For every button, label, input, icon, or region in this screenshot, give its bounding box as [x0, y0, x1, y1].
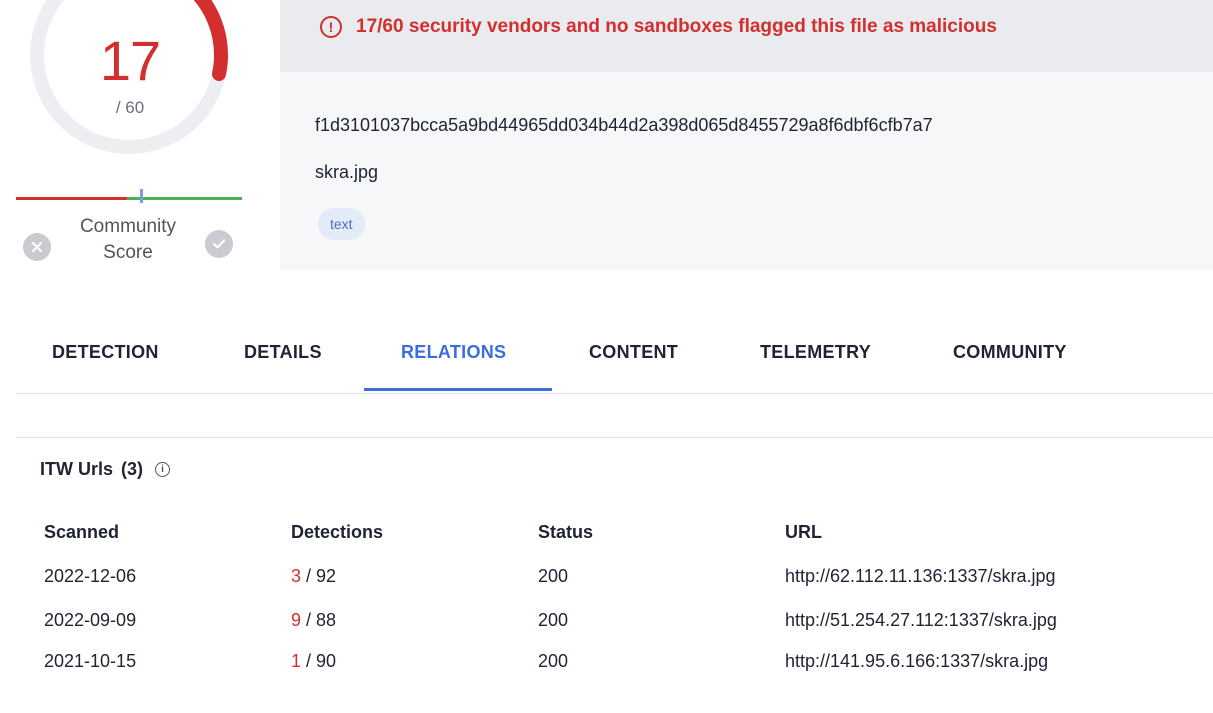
community-score-marker	[140, 189, 143, 203]
row-2-status: 200	[538, 610, 569, 630]
file-hash: f1d3101037bcca5a9bd44965dd034b44d2a398d0…	[315, 115, 933, 135]
row-3-detections: 1 / 90	[291, 651, 336, 672]
active-tab-indicator	[364, 388, 552, 391]
tab-relations[interactable]: RELATIONS	[401, 342, 506, 363]
row-3-status: 200	[538, 651, 569, 671]
row-3-detections-count: 1	[291, 651, 302, 671]
row-3-url[interactable]: http://141.95.6.166:1337/skra.jpg	[785, 651, 1048, 672]
community-score-label-text: Community Score	[79, 216, 177, 263]
section-divider	[16, 437, 1213, 438]
tab-details[interactable]: DETAILS	[244, 342, 322, 363]
vote-harmless-button[interactable]	[205, 230, 233, 258]
row-3-scanned: 2021-10-15	[44, 651, 137, 671]
alert-text: 17/60 security vendors and no sandboxes …	[356, 16, 997, 37]
column-header-url[interactable]: URL	[785, 522, 822, 543]
itw-urls-title: ITW Urls (3) i	[40, 459, 171, 480]
file-name: skra.jpg	[315, 162, 379, 182]
column-header-detections[interactable]: Detections	[291, 522, 383, 543]
tab-detection[interactable]: DETECTION	[52, 342, 159, 363]
close-icon	[31, 241, 43, 253]
row-1-status: 200	[538, 566, 569, 586]
file-summary-card	[280, 72, 1213, 270]
community-score-positive	[127, 197, 242, 200]
row-2-detections-count: 9	[291, 610, 302, 630]
row-3-detections-total: / 90	[301, 651, 337, 671]
row-1-scanned: 2022-12-06	[44, 566, 137, 586]
info-icon[interactable]: i	[155, 462, 171, 477]
row-2-detections: 9 / 88	[291, 610, 336, 631]
row-2-detections-total: / 88	[301, 610, 337, 630]
itw-urls-count: (3)	[121, 459, 144, 479]
detection-total: / 60	[115, 98, 145, 117]
malicious-alert: ! 17/60 security vendors and no sandboxe…	[320, 16, 997, 38]
row-2-url[interactable]: http://51.254.27.112:1337/skra.jpg	[785, 610, 1057, 631]
community-score-label: Community Score	[58, 214, 198, 266]
file-tag[interactable]: text	[318, 208, 365, 240]
tab-bar: DETECTION DETAILS RELATIONS CONTENT TELE…	[16, 320, 1213, 394]
row-2-scanned: 2022-09-09	[44, 610, 137, 630]
vote-malicious-button[interactable]	[23, 233, 51, 261]
community-score-bar	[16, 189, 242, 203]
exclamation-circle-icon: !	[320, 16, 342, 38]
row-1-url[interactable]: http://62.112.11.136:1337/skra.jpg	[785, 566, 1056, 587]
tab-community[interactable]: COMMUNITY	[953, 342, 1067, 363]
row-1-detections-count: 3	[291, 566, 302, 586]
detection-count: 17	[99, 29, 161, 92]
tab-telemetry[interactable]: TELEMETRY	[760, 342, 871, 363]
column-header-status[interactable]: Status	[538, 522, 593, 543]
itw-urls-label: ITW Urls	[40, 459, 114, 479]
row-1-detections: 3 / 92	[291, 566, 336, 587]
check-icon	[212, 239, 226, 249]
column-header-scanned[interactable]: Scanned	[44, 522, 119, 543]
row-1-detections-total: / 92	[301, 566, 337, 586]
tab-content[interactable]: CONTENT	[589, 342, 678, 363]
community-score-negative	[16, 197, 127, 200]
